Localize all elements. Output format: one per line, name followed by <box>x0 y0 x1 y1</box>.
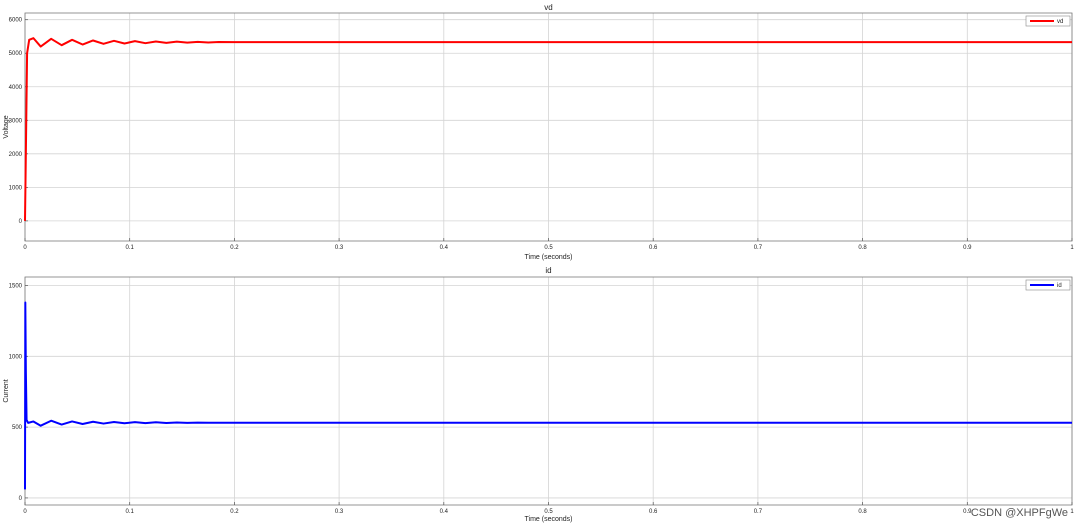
x-tick-label: 0.5 <box>544 509 553 515</box>
y-tick-label: 1000 <box>9 354 23 360</box>
y-tick-label: 0 <box>19 496 23 502</box>
y-tick-label: 500 <box>12 425 23 431</box>
x-tick-label: 1 <box>1070 509 1074 515</box>
x-tick-label: 0.9 <box>963 245 972 251</box>
x-tick-label: 0.7 <box>754 245 763 251</box>
chart-title: id <box>545 266 551 275</box>
x-tick-label: 0.4 <box>440 509 449 515</box>
x-tick-label: 0.1 <box>126 245 135 251</box>
x-axis-label: Time (seconds) <box>525 516 573 523</box>
y-tick-label: 4000 <box>9 85 23 91</box>
y-tick-label: 5000 <box>9 51 23 57</box>
x-axis-label: Time (seconds) <box>525 254 573 261</box>
y-axis-label: Current <box>3 379 10 402</box>
legend-label: id <box>1057 283 1062 289</box>
legend: vd <box>1025 15 1071 27</box>
y-tick-label: 1000 <box>9 185 23 191</box>
x-tick-label: 0.8 <box>858 509 867 515</box>
x-tick-label: 0.3 <box>335 245 344 251</box>
y-tick-label: 0 <box>19 219 23 225</box>
x-tick-label: 0.7 <box>754 509 763 515</box>
x-tick-label: 0.2 <box>230 509 239 515</box>
y-axis-label: Voltage <box>3 115 10 138</box>
x-tick-label: 0.2 <box>230 245 239 251</box>
x-tick-label: 0 <box>23 509 27 515</box>
x-tick-label: 0.3 <box>335 509 344 515</box>
y-tick-label: 2000 <box>9 152 23 158</box>
y-tick-label: 6000 <box>9 18 23 24</box>
y-tick-label: 3000 <box>9 118 23 124</box>
chart-vd: 0 0.1 0.2 0.3 0.4 0.5 0.6 0.7 0.8 0.9 1 0 1000 2000 30… <box>3 3 1074 261</box>
x-tick-label: 0 <box>23 245 27 251</box>
x-tick-label: 0.4 <box>440 245 449 251</box>
watermark-text: CSDN @XHPFgWe <box>971 507 1068 519</box>
chart-title: vd <box>544 3 552 12</box>
x-tick-label: 1 <box>1070 245 1074 251</box>
legend-label: vd <box>1057 19 1063 25</box>
x-tick-label: 0.8 <box>858 245 867 251</box>
x-tick-label: 0.6 <box>649 509 658 515</box>
x-tick-label: 0.6 <box>649 245 658 251</box>
x-tick-label: 0.1 <box>126 509 135 515</box>
figure-window: 0 0.1 0.2 0.3 0.4 0.5 0.6 0.7 0.8 0.9 1 0 1000 2000 30… <box>0 0 1080 528</box>
y-tick-label: 1500 <box>9 283 23 289</box>
x-tick-label: 0.5 <box>544 245 553 251</box>
scope-figure: 0 0.1 0.2 0.3 0.4 0.5 0.6 0.7 0.8 0.9 1 0 1000 2000 30… <box>3 3 1074 523</box>
chart-id: 0 0.1 0.2 0.3 0.4 0.5 0.6 0.7 0.8 0.9 105001000150… <box>3 266 1074 523</box>
legend: id <box>1025 279 1071 291</box>
